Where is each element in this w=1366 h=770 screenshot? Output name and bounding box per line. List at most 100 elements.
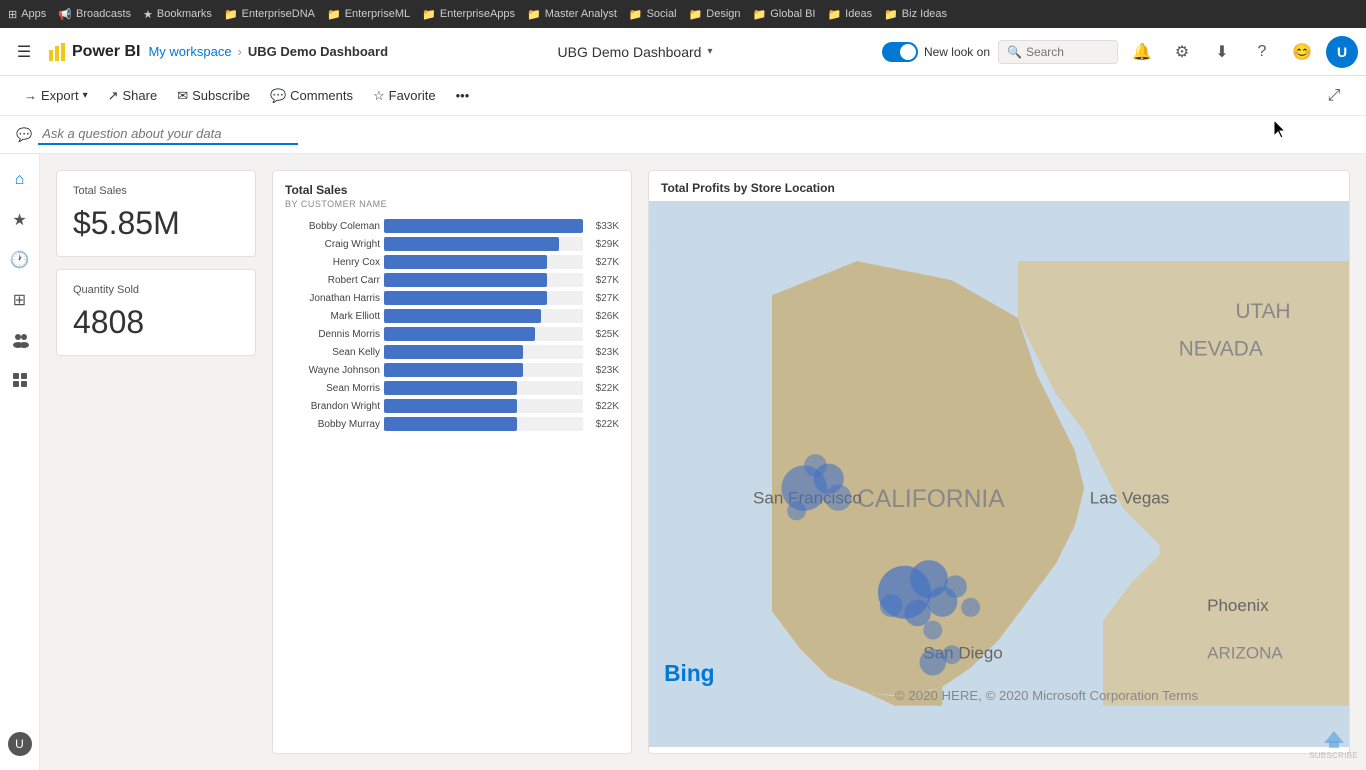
bar-track (384, 237, 583, 251)
enterpriseml-item[interactable]: 📁 EnterpriseML (327, 8, 410, 21)
settings-button[interactable]: ⚙ (1166, 36, 1198, 68)
subscribe-icon: ✉ (177, 88, 188, 104)
globalbi-item[interactable]: 📁 Global BI (753, 8, 816, 21)
sidebar-shared[interactable] (2, 322, 38, 358)
folder-icon-7: 📁 (753, 8, 767, 21)
total-sales-title: Total Sales (73, 185, 239, 197)
bar-value: $26K (587, 311, 619, 322)
bar-fill (384, 327, 535, 341)
svg-text:© 2020 HERE, © 2020 Microsoft: © 2020 HERE, © 2020 Microsoft Corporatio… (895, 688, 1199, 703)
bar-track (384, 273, 583, 287)
favorite-button[interactable]: ☆ Favorite (365, 84, 444, 108)
bar-track (384, 363, 583, 377)
sub-nav: → Export ▾ ↗ Share ✉ Subscribe 💬 Comment… (0, 76, 1366, 116)
bar-label: Jonathan Harris (285, 293, 380, 304)
masteranalyst-item[interactable]: 📁 Master Analyst (527, 8, 617, 21)
sidebar-recent[interactable]: 🕐 (2, 242, 38, 278)
bookmarks-browser-item[interactable]: ★ Bookmarks (143, 8, 212, 21)
design-item[interactable]: 📁 Design (689, 8, 741, 21)
more-button[interactable]: ••• (448, 84, 478, 107)
sidebar-user[interactable]: U (2, 726, 38, 762)
bar-label: Wayne Johnson (285, 365, 380, 376)
map-tile: Total Profits by Store Location (648, 170, 1350, 754)
export-button[interactable]: → Export ▾ (16, 84, 96, 107)
apps-icon: ⊞ (8, 8, 17, 21)
bar-track (384, 417, 583, 431)
bar-label: Robert Carr (285, 275, 380, 286)
map-svg: NEVADA UTAH CALIFORNIA Las Vegas San Die… (649, 201, 1349, 747)
fullscreen-button[interactable]: ⤢ (1318, 80, 1350, 112)
bar-value: $27K (587, 293, 619, 304)
bar-track (384, 309, 583, 323)
title-dropdown-arrow[interactable]: ▾ (707, 46, 712, 57)
sidebar-home[interactable]: ⌂ (2, 162, 38, 198)
ask-question-input[interactable] (38, 124, 298, 145)
bar-track (384, 255, 583, 269)
bar-fill (384, 381, 517, 395)
search-box[interactable]: 🔍 (998, 40, 1118, 64)
bar-fill (384, 291, 547, 305)
main-content: Total Sales $5.85M Quantity Sold 4808 To… (40, 154, 1366, 770)
bar-track (384, 345, 583, 359)
bar-track (384, 219, 583, 233)
comments-icon: 💬 (270, 88, 286, 104)
center-title-label: UBG Demo Dashboard (558, 44, 702, 60)
subscribe-button[interactable]: ✉ Subscribe (169, 84, 258, 108)
sidebar-workspaces[interactable] (2, 362, 38, 398)
social-item[interactable]: 📁 Social (629, 8, 677, 21)
sidebar: ⌂ ★ 🕐 ⊞ U (0, 154, 40, 770)
svg-text:Bing: Bing (664, 660, 714, 686)
folder-icon-2: 📁 (327, 8, 341, 21)
notifications-button[interactable]: 🔔 (1126, 36, 1158, 68)
svg-text:Las Vegas: Las Vegas (1090, 488, 1169, 507)
hamburger-button[interactable]: ☰ (8, 36, 40, 68)
folder-icon-8: 📁 (827, 8, 841, 21)
bar-fill (384, 273, 547, 287)
share-button[interactable]: ↗ Share (100, 84, 166, 108)
powerbi-logo: Power BI (48, 42, 140, 62)
bar-label: Craig Wright (285, 239, 380, 250)
workspaces-icon (11, 371, 29, 389)
enterprisedna-item[interactable]: 📁 EnterpriseDNA (224, 8, 315, 21)
help-button[interactable]: ? (1246, 36, 1278, 68)
bar-value: $27K (587, 257, 619, 268)
download-button[interactable]: ⬇ (1206, 36, 1238, 68)
bizideas-item[interactable]: 📁 Biz Ideas (884, 8, 947, 21)
new-look-toggle[interactable] (882, 42, 918, 62)
bar-label: Sean Kelly (285, 347, 380, 358)
svg-text:UTAH: UTAH (1235, 300, 1290, 323)
user-avatar[interactable]: U (1326, 36, 1358, 68)
folder-icon-5: 📁 (629, 8, 643, 21)
comments-button[interactable]: 💬 Comments (262, 84, 361, 108)
shared-icon (11, 331, 29, 349)
bar-chart-title: Total Sales (285, 183, 619, 197)
bar-track (384, 291, 583, 305)
bar-row: Robert Carr $27K (285, 273, 619, 287)
total-sales-value: $5.85M (73, 205, 239, 242)
search-input[interactable] (1026, 45, 1106, 59)
search-icon: 🔍 (1007, 45, 1022, 59)
ask-bar: 💬 (0, 116, 1366, 154)
feedback-button[interactable]: 😊 (1286, 36, 1318, 68)
bar-track (384, 399, 583, 413)
bar-row: Mark Elliott $26K (285, 309, 619, 323)
bar-label: Bobby Murray (285, 419, 380, 430)
bar-fill (384, 399, 517, 413)
more-icon: ••• (456, 88, 470, 103)
bar-row: Sean Kelly $23K (285, 345, 619, 359)
export-icon: → (24, 88, 37, 103)
breadcrumb: My workspace › UBG Demo Dashboard (148, 44, 388, 59)
bar-row: Bobby Murray $22K (285, 417, 619, 431)
bar-fill (384, 219, 583, 233)
sidebar-apps[interactable]: ⊞ (2, 282, 38, 318)
sidebar-starred[interactable]: ★ (2, 202, 38, 238)
broadcasts-browser-item[interactable]: 📢 Broadcasts (58, 8, 131, 21)
bar-fill (384, 255, 547, 269)
workspace-link[interactable]: My workspace (148, 44, 231, 59)
browser-bar: ⊞ Apps 📢 Broadcasts ★ Bookmarks 📁 Enterp… (0, 0, 1366, 28)
apps-browser-item[interactable]: ⊞ Apps (8, 8, 46, 21)
enterpriseapps-item[interactable]: 📁 EnterpriseApps (422, 8, 515, 21)
ideas-item[interactable]: 📁 Ideas (827, 8, 872, 21)
svg-text:Phoenix: Phoenix (1207, 596, 1269, 615)
subscribe-widget: SUBSCRIBE (1309, 723, 1358, 760)
